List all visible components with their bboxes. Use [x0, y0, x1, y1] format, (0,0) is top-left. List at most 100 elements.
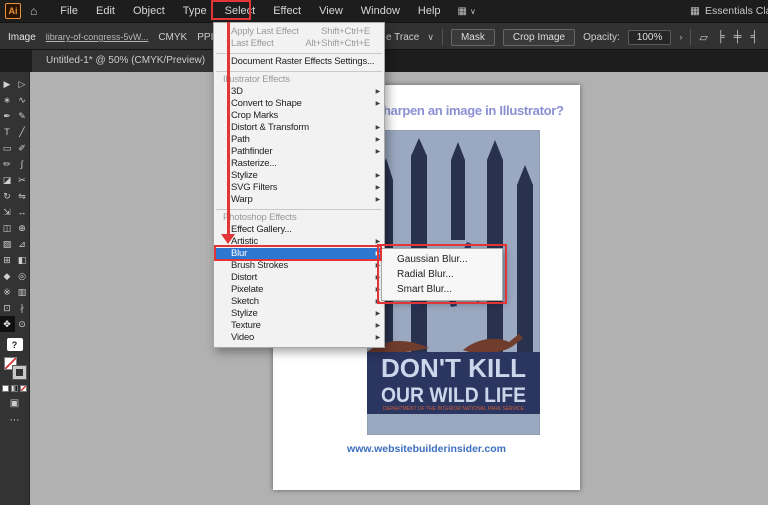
menu-item-document-raster-effects-settings[interactable]: Document Raster Effects Settings...: [214, 56, 384, 68]
menu-view[interactable]: View: [310, 0, 352, 22]
menu-item-3d[interactable]: 3D▶: [214, 86, 384, 98]
illustrator-logo-icon[interactable]: Ai: [5, 3, 21, 19]
perspective-grid-tool[interactable]: ⊿: [15, 236, 30, 252]
hand-tool[interactable]: ✥: [0, 316, 15, 332]
submenu-arrow-icon: ▶: [376, 182, 380, 194]
menu-item-effect-gallery[interactable]: Effect Gallery...: [214, 224, 384, 236]
menu-item-brush-strokes[interactable]: Brush Strokes▶: [214, 260, 384, 272]
blur-submenu-items: Gaussian Blur...Radial Blur...Smart Blur…: [382, 252, 502, 297]
menu-item-label: Effect Gallery...: [231, 224, 292, 236]
layout-grid-icon[interactable]: ▦: [458, 6, 467, 17]
symbol-sprayer-tool[interactable]: ※: [0, 284, 15, 300]
type-tool[interactable]: T: [0, 124, 15, 140]
opacity-value-field[interactable]: 100%: [628, 30, 672, 45]
blend-tool[interactable]: ◎: [15, 268, 30, 284]
image-trace-button[interactable]: e Trace: [386, 32, 419, 43]
effect-dropdown-menu: Apply Last EffectShift+Ctrl+ELast Effect…: [213, 22, 385, 348]
menu-file[interactable]: File: [51, 0, 87, 22]
transform-panel-icon[interactable]: ▱: [699, 31, 707, 44]
submenu-item-smart-blur[interactable]: Smart Blur...: [382, 282, 502, 297]
crop-image-button[interactable]: Crop Image: [503, 29, 575, 46]
menubar: Ai ⌂ FileEditObjectTypeSelectEffectViewW…: [0, 0, 768, 22]
zoom-tool[interactable]: ⊙: [15, 316, 30, 332]
menu-item-video[interactable]: Video▶: [214, 332, 384, 344]
direct-selection-tool[interactable]: ▷: [15, 76, 30, 92]
menu-help[interactable]: Help: [409, 0, 450, 22]
pencil-tool[interactable]: ✏: [0, 156, 15, 172]
menu-item-blur[interactable]: Blur▶: [214, 248, 384, 260]
menu-select[interactable]: Select: [216, 0, 265, 22]
column-graph-tool[interactable]: ▥: [15, 284, 30, 300]
menu-item-label: Video: [231, 332, 254, 344]
lasso-tool[interactable]: ∿: [15, 92, 30, 108]
menu-item-rasterize[interactable]: Rasterize...: [214, 158, 384, 170]
eyedropper-tool[interactable]: ◆: [0, 268, 15, 284]
menu-item-label: Crop Marks: [231, 110, 278, 122]
menu-item-convert-to-shape[interactable]: Convert to Shape▶: [214, 98, 384, 110]
menu-item-label: Rasterize...: [231, 158, 277, 170]
menu-item-crop-marks[interactable]: Crop Marks: [214, 110, 384, 122]
opacity-expand-icon[interactable]: ›: [679, 32, 682, 42]
slice-tool[interactable]: ∤: [15, 300, 30, 316]
selection-tool[interactable]: ▶: [0, 76, 15, 92]
menu-item-stylize[interactable]: Stylize▶: [214, 308, 384, 320]
menu-item-sketch[interactable]: Sketch▶: [214, 296, 384, 308]
menu-item-stylize[interactable]: Stylize▶: [214, 170, 384, 182]
menu-object[interactable]: Object: [124, 0, 174, 22]
gradient-tool[interactable]: ◧: [15, 252, 30, 268]
menu-edit[interactable]: Edit: [87, 0, 124, 22]
align-right-icon[interactable]: ╡: [750, 31, 758, 44]
menu-item-texture[interactable]: Texture▶: [214, 320, 384, 332]
menu-item-artistic[interactable]: Artistic▶: [214, 236, 384, 248]
menu-window[interactable]: Window: [352, 0, 409, 22]
rotate-tool[interactable]: ↻: [0, 188, 15, 204]
submenu-item-gaussian-blur[interactable]: Gaussian Blur...: [382, 252, 502, 267]
menu-type[interactable]: Type: [174, 0, 216, 22]
scale-tool[interactable]: ⇲: [0, 204, 15, 220]
shaper-tool[interactable]: ∫: [15, 156, 30, 172]
line-segment-tool[interactable]: ╱: [15, 124, 30, 140]
menu-item-label: Document Raster Effects Settings...: [231, 56, 374, 68]
live-paint-bucket-tool[interactable]: ▨: [0, 236, 15, 252]
menu-item-distort[interactable]: Distort▶: [214, 272, 384, 284]
artboard-tool[interactable]: ⊡: [0, 300, 15, 316]
menu-item-distort-transform[interactable]: Distort & Transform▶: [214, 122, 384, 134]
reflect-tool[interactable]: ⇋: [15, 188, 30, 204]
help-icon[interactable]: ?: [7, 338, 23, 351]
rectangle-tool[interactable]: ▭: [0, 140, 15, 156]
submenu-item-radial-blur[interactable]: Radial Blur...: [382, 267, 502, 282]
gradient-mode-icon[interactable]: [11, 385, 18, 392]
menu-item-pixelate[interactable]: Pixelate▶: [214, 284, 384, 296]
color-mode-icon[interactable]: [2, 385, 9, 392]
tool-grid: ▶▷∗∿✒✎T╱▭✐✏∫◪✂↻⇋⇲↔◫⊕▨⊿⊞◧◆◎※▥⊡∤✥⊙: [0, 72, 30, 332]
stroke-swatch[interactable]: [13, 366, 26, 379]
menu-item-svg-filters[interactable]: SVG Filters▶: [214, 182, 384, 194]
draw-mode-icon[interactable]: ▣: [10, 398, 19, 409]
mask-button[interactable]: Mask: [451, 29, 495, 46]
scissors-tool[interactable]: ✂: [15, 172, 30, 188]
menu-item-warp[interactable]: Warp▶: [214, 194, 384, 206]
width-tool[interactable]: ↔: [15, 204, 30, 220]
image-trace-preset-chevron-icon[interactable]: ∨: [427, 32, 434, 43]
more-tools-icon[interactable]: ⋯: [10, 415, 20, 426]
align-left-icon[interactable]: ╞: [717, 31, 725, 44]
menu-item-label: Distort: [231, 272, 257, 284]
linked-file-name[interactable]: library-of-congress-5vW...: [46, 32, 149, 42]
menu-item-pathfinder[interactable]: Pathfinder▶: [214, 146, 384, 158]
menu-item-path[interactable]: Path▶: [214, 134, 384, 146]
workspace-switcher[interactable]: ▦ Essentials Class: [690, 0, 768, 22]
none-mode-icon[interactable]: [20, 385, 27, 392]
document-tab[interactable]: Untitled-1* @ 50% (CMYK/Preview): [32, 50, 220, 72]
menu-item-last-effect: Last EffectAlt+Shift+Ctrl+E: [214, 38, 384, 50]
eraser-tool[interactable]: ◪: [0, 172, 15, 188]
pen-tool[interactable]: ✒: [0, 108, 15, 124]
free-transform-tool[interactable]: ◫: [0, 220, 15, 236]
home-icon[interactable]: ⌂: [30, 4, 37, 18]
magic-wand-tool[interactable]: ∗: [0, 92, 15, 108]
shape-builder-tool[interactable]: ⊕: [15, 220, 30, 236]
mesh-tool[interactable]: ⊞: [0, 252, 15, 268]
curvature-tool[interactable]: ✎: [15, 108, 30, 124]
paintbrush-tool[interactable]: ✐: [15, 140, 30, 156]
menu-effect[interactable]: Effect: [264, 0, 310, 22]
align-center-icon[interactable]: ╪: [734, 31, 742, 44]
